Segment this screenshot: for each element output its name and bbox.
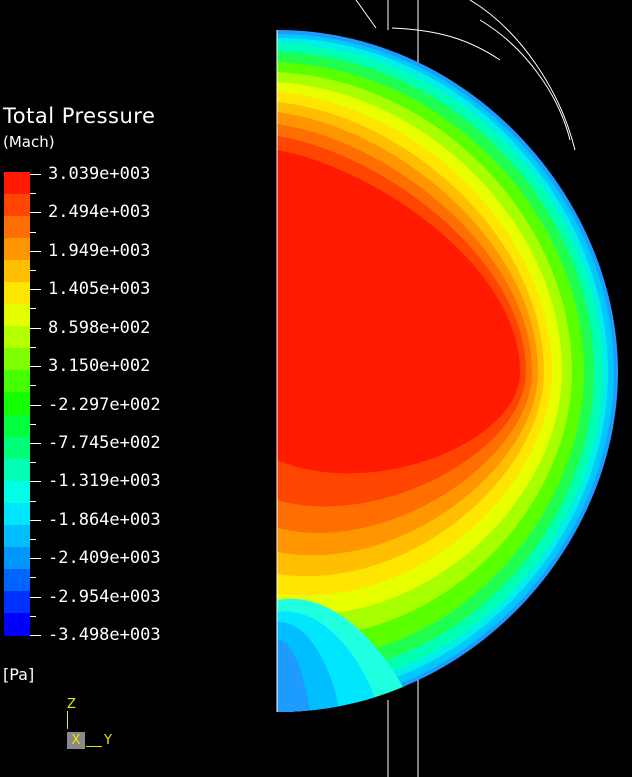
legend-tick-mark <box>30 597 41 598</box>
legend-tick-label: -2.409e+003 <box>48 548 161 568</box>
legend-tick-mark <box>30 328 41 329</box>
color-bar-band <box>4 392 30 416</box>
color-bar-band <box>4 436 30 460</box>
legend-tick-mark <box>30 174 41 175</box>
color-bar-band <box>4 304 30 328</box>
color-bar-band <box>4 238 30 262</box>
legend-tick-mark <box>30 558 41 559</box>
legend-tick-mark <box>30 520 41 521</box>
legend-tick-label: -2.297e+002 <box>48 395 161 415</box>
legend-tick-label: -7.745e+002 <box>48 433 161 453</box>
color-bar-band <box>4 612 30 636</box>
triad-z-label: Z <box>67 697 76 712</box>
color-bar-band <box>4 172 30 195</box>
legend-tick-label: 8.598e+002 <box>48 318 151 338</box>
color-bar-band <box>4 546 30 570</box>
legend-tick-label: -2.954e+003 <box>48 587 161 607</box>
legend-minor-tick <box>30 501 36 502</box>
legend-minor-tick <box>30 616 36 617</box>
legend-subtitle: (Mach) <box>3 133 55 151</box>
color-bar-band <box>4 370 30 394</box>
legend-minor-tick <box>30 270 36 271</box>
legend-tick-mark <box>30 212 41 213</box>
legend-tick-label: 1.405e+003 <box>48 279 151 299</box>
legend-tick-mark <box>30 366 41 367</box>
legend-minor-tick <box>30 539 36 540</box>
color-bar-band <box>4 502 30 526</box>
legend-tick-mark <box>30 405 41 406</box>
graphics-viewport[interactable]: Total Pressure (Mach) 3.039e+003 2.494e+0… <box>0 0 632 777</box>
triad-y-label: Y <box>104 733 112 748</box>
color-bar-band <box>4 326 30 350</box>
legend-tick-mark <box>30 443 41 444</box>
legend-minor-tick <box>30 577 36 578</box>
color-bar-band <box>4 480 30 504</box>
legend-minor-tick <box>30 385 36 386</box>
legend-minor-tick <box>30 193 36 194</box>
legend-tick-label: -1.864e+003 <box>48 510 161 530</box>
color-bar-band <box>4 348 30 372</box>
color-bar-band <box>4 260 30 284</box>
color-bar-band <box>4 282 30 306</box>
legend-tick-label: 3.150e+002 <box>48 356 151 376</box>
color-bar-band <box>4 194 30 218</box>
legend-tick-label: 1.949e+003 <box>48 241 151 261</box>
legend-minor-tick <box>30 462 36 463</box>
legend-minor-tick <box>30 424 36 425</box>
legend-tick-mark <box>30 289 41 290</box>
color-bar-band <box>4 590 30 614</box>
color-bar-band <box>4 458 30 482</box>
color-bar-band <box>4 524 30 548</box>
legend-minor-tick <box>30 232 36 233</box>
color-bar-band <box>4 414 30 438</box>
legend-title: Total Pressure <box>3 104 156 128</box>
color-bar-band <box>4 568 30 592</box>
triad-x-label: X <box>67 732 85 749</box>
legend-minor-tick <box>30 347 36 348</box>
color-bar <box>4 172 30 636</box>
unit-label: [Pa] <box>3 665 35 684</box>
legend-tick-label: 3.039e+003 <box>48 164 151 184</box>
legend-tick-label: -1.319e+003 <box>48 471 161 491</box>
legend-tick-mark <box>30 251 41 252</box>
triad-z-axis <box>67 711 68 729</box>
legend-tick-mark <box>30 481 41 482</box>
legend-tick-mark <box>30 635 41 636</box>
legend-tick-label: -3.498e+003 <box>48 625 161 645</box>
legend-minor-tick <box>30 308 36 309</box>
color-bar-band <box>4 216 30 240</box>
legend-tick-label: 2.494e+003 <box>48 202 151 222</box>
triad-y-axis <box>86 746 102 747</box>
